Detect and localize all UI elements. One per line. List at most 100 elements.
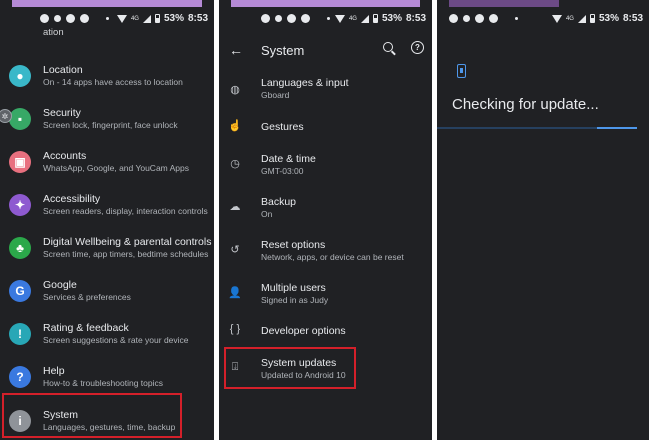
item-title: Reset options bbox=[261, 239, 326, 251]
settings-item-accounts[interactable]: ▣ Accounts WhatsApp, Google, and YouCam … bbox=[0, 143, 214, 185]
notification-icons bbox=[40, 14, 109, 23]
system-item-backup[interactable]: ☁ Backup On bbox=[219, 187, 432, 229]
system-item-multiple-users[interactable]: 👤 Multiple users Signed in as Judy bbox=[219, 273, 432, 315]
battery-level: 53% bbox=[598, 13, 619, 24]
search-icon[interactable] bbox=[383, 42, 393, 52]
settings-item-accessibility[interactable]: ✦ Accessibility Screen readers, display,… bbox=[0, 186, 214, 228]
clock-time: 8:53 bbox=[187, 13, 208, 24]
settings-item-google[interactable]: G Google Services & preferences bbox=[0, 272, 214, 314]
signal-icon bbox=[142, 14, 151, 23]
reset-icon: ↺ bbox=[230, 243, 240, 256]
notification-icons bbox=[261, 14, 330, 23]
item-subtitle: GMT-03:00 bbox=[261, 166, 304, 176]
wellbeing-icon: ♣ bbox=[9, 237, 31, 259]
item-title: Location bbox=[43, 64, 83, 76]
update-panel: 4G 53% 8:53 Checking for update... bbox=[437, 0, 649, 440]
item-subtitle: Screen readers, display, interaction con… bbox=[43, 206, 208, 216]
signal-icon bbox=[360, 14, 369, 23]
wifi-icon bbox=[116, 14, 127, 23]
item-title: Rating & feedback bbox=[43, 322, 129, 334]
settings-item-digital-wellbeing[interactable]: ♣ Digital Wellbeing & parental controls … bbox=[0, 229, 214, 271]
notification-icons bbox=[449, 14, 518, 23]
system-item-date-time[interactable]: ◷ Date & time GMT-03:00 bbox=[219, 144, 432, 186]
clock-time: 8:53 bbox=[622, 13, 643, 24]
item-title: Google bbox=[43, 279, 77, 291]
clipped-item-label: ation bbox=[43, 27, 64, 38]
item-title: Accessibility bbox=[43, 193, 101, 205]
item-title: Backup bbox=[261, 196, 297, 208]
battery-icon bbox=[154, 14, 160, 23]
dot-icon bbox=[515, 17, 518, 20]
update-progress-bar bbox=[437, 127, 637, 129]
item-subtitle: Screen time, app timers, bedtime schedul… bbox=[43, 249, 209, 259]
notification-icon bbox=[449, 14, 458, 23]
clock-time: 8:53 bbox=[405, 13, 426, 24]
item-title: Gestures bbox=[261, 121, 304, 133]
dot-icon bbox=[106, 17, 109, 20]
app-icon bbox=[80, 14, 89, 23]
shield-icon bbox=[287, 14, 296, 23]
location-icon: ● bbox=[9, 65, 31, 87]
update-progress-fill bbox=[597, 127, 637, 129]
highlight-box-system bbox=[2, 393, 182, 438]
code-icon: { } bbox=[229, 323, 241, 335]
shield-icon bbox=[475, 14, 484, 23]
item-subtitle: How-to & troubleshooting topics bbox=[43, 378, 164, 388]
settings-item-location[interactable]: ● Location On - 14 apps have access to l… bbox=[0, 57, 214, 99]
item-title: Date & time bbox=[261, 153, 316, 165]
item-subtitle: Signed in as Judy bbox=[261, 295, 329, 305]
notification-icon bbox=[261, 14, 270, 23]
system-item-developer-options[interactable]: { } Developer options bbox=[219, 310, 432, 352]
app-icon bbox=[489, 14, 498, 23]
cloud-icon: ☁ bbox=[229, 200, 241, 213]
account-icon: ▣ bbox=[9, 151, 31, 173]
system-icons: 4G 53% 8:53 bbox=[116, 13, 208, 24]
network-label: 4G bbox=[348, 15, 357, 22]
battery-icon bbox=[589, 14, 595, 23]
status-bar: 4G 53% 8:53 bbox=[437, 13, 649, 27]
app-bar: ← System ? bbox=[219, 36, 432, 64]
wifi-icon bbox=[551, 14, 562, 23]
google-icon: G bbox=[9, 280, 31, 302]
settings-item-rating-feedback[interactable]: ! Rating & feedback Screen suggestions &… bbox=[0, 315, 214, 357]
help-icon[interactable]: ? bbox=[411, 41, 424, 54]
app-icon bbox=[301, 14, 310, 23]
page-title: System bbox=[261, 43, 305, 58]
settings-panel: 4G 53% 8:53 ation ● Location On - 14 app… bbox=[0, 0, 214, 440]
update-status-title: Checking for update... bbox=[452, 96, 599, 113]
battery-level: 53% bbox=[163, 13, 184, 24]
system-item-reset-options[interactable]: ↺ Reset options Network, apps, or device… bbox=[219, 230, 432, 272]
system-item-gestures[interactable]: ☝ Gestures bbox=[219, 106, 432, 148]
back-arrow-icon[interactable]: ← bbox=[229, 42, 243, 58]
moon-icon bbox=[275, 15, 282, 22]
network-label: 4G bbox=[565, 15, 574, 22]
settings-item-security[interactable]: ▪ Security Screen lock, fingerprint, fac… bbox=[0, 100, 214, 142]
item-subtitle: Screen lock, fingerprint, face unlock bbox=[43, 120, 178, 130]
item-subtitle: WhatsApp, Google, and YouCam Apps bbox=[43, 163, 190, 173]
top-accent-bar bbox=[231, 0, 420, 7]
status-bar: 4G 53% 8:53 bbox=[0, 13, 214, 27]
dot-icon bbox=[327, 17, 330, 20]
moon-icon bbox=[463, 15, 470, 22]
highlight-box-system-updates bbox=[224, 347, 356, 389]
top-accent-bar bbox=[12, 0, 202, 7]
feedback-icon: ! bbox=[9, 323, 31, 345]
item-title: Languages & input bbox=[261, 77, 349, 89]
top-accent-bar bbox=[449, 0, 559, 7]
item-title: Security bbox=[43, 107, 81, 119]
item-title: Multiple users bbox=[261, 282, 326, 294]
item-subtitle: On bbox=[261, 209, 273, 219]
system-update-icon bbox=[457, 64, 466, 78]
status-bar: 4G 53% 8:53 bbox=[219, 13, 432, 27]
moon-icon bbox=[54, 15, 61, 22]
clock-icon: ◷ bbox=[230, 157, 240, 170]
battery-level: 53% bbox=[381, 13, 402, 24]
item-title: Developer options bbox=[261, 325, 346, 337]
signal-icon bbox=[577, 14, 586, 23]
item-subtitle: Services & preferences bbox=[43, 292, 131, 302]
item-subtitle: On - 14 apps have access to location bbox=[43, 77, 183, 87]
accessibility-icon: ✦ bbox=[9, 194, 31, 216]
item-subtitle: Gboard bbox=[261, 90, 290, 100]
item-subtitle: Network, apps, or device can be reset bbox=[261, 252, 404, 262]
gesture-icon: ☝ bbox=[228, 119, 242, 132]
